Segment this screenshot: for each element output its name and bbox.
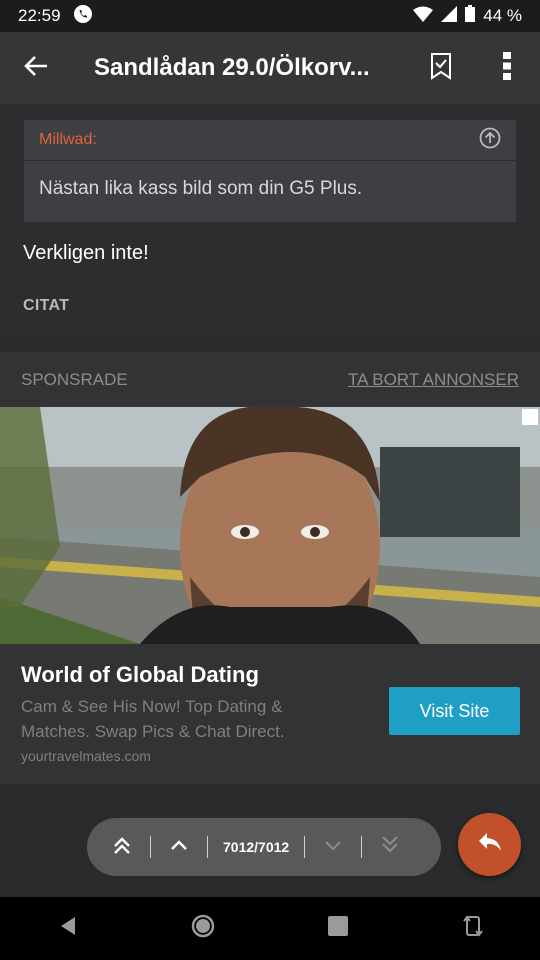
double-chevron-up-icon [112,835,132,860]
sponsored-label: SPONSRADE [21,369,128,389]
chevron-up-icon [169,835,189,860]
divider [150,836,151,858]
ad-title[interactable]: World of Global Dating [21,662,259,688]
bookmark-icon [430,52,452,85]
double-chevron-down-icon [380,835,400,860]
post: Millwad: Nästan lika kass bild som din G… [0,104,540,336]
status-time: 22:59 [18,6,61,25]
whatsapp-icon [73,4,93,29]
last-page-button[interactable] [373,827,407,867]
square-recents-icon [327,915,349,942]
rotate-button[interactable] [443,899,503,959]
back-arrow-icon [23,54,49,83]
app-bar: Sandlådan 29.0/Ölkorv... [0,32,540,104]
quote-action-button[interactable]: CITAT [23,297,69,315]
quote-author[interactable]: Millwad: [39,131,97,149]
circle-home-icon [190,913,216,944]
more-options-button[interactable] [474,32,540,104]
next-page-button[interactable] [316,827,350,867]
reply-icon [477,831,503,858]
more-vert-icon [503,51,511,85]
quote-block: Millwad: Nästan lika kass bild som din G… [24,120,516,222]
visit-site-button[interactable]: Visit Site [389,687,520,735]
divider [207,836,208,858]
page-title: Sandlådan 29.0/Ölkorv... [94,54,370,81]
divider [361,836,363,858]
system-nav-bar [0,897,540,960]
rotate-screen-icon [462,913,483,944]
arrow-up-circle-icon[interactable] [479,127,501,154]
battery-percent: 44 % [483,6,522,25]
signal-icon [441,5,458,27]
status-bar: 22:59 44 % [0,0,540,32]
nav-home-button[interactable] [173,899,233,959]
sponsored-ad: SPONSRADE TA BORT ANNONSER World of Glob… [0,352,540,784]
remove-ads-link[interactable]: TA BORT ANNONSER [348,370,519,390]
quote-text: Nästan lika kass bild som din G5 Plus. [39,178,363,199]
nav-back-button[interactable] [38,899,98,959]
quote-header: Millwad: [24,120,516,161]
battery-icon [465,5,476,27]
triangle-back-icon [57,915,79,942]
page-count[interactable]: 7012/7012 [219,839,293,855]
page-navigator: 7012/7012 [87,818,441,876]
post-body-text: Verkligen inte! [23,242,149,264]
nav-recents-button[interactable] [308,899,368,959]
previous-page-button[interactable] [162,827,196,867]
chevron-down-icon [323,835,343,860]
ad-domain: yourtravelmates.com [21,748,151,764]
reply-button[interactable] [458,813,521,876]
back-button[interactable] [0,32,72,104]
ad-image[interactable] [0,407,540,644]
divider [304,836,306,858]
first-page-button[interactable] [105,827,139,867]
ad-description: Cam & See His Now! Top Dating & Matches.… [21,697,285,741]
wifi-icon [413,6,434,27]
bookmark-button[interactable] [408,32,474,104]
ad-header: SPONSRADE TA BORT ANNONSER [0,352,540,407]
